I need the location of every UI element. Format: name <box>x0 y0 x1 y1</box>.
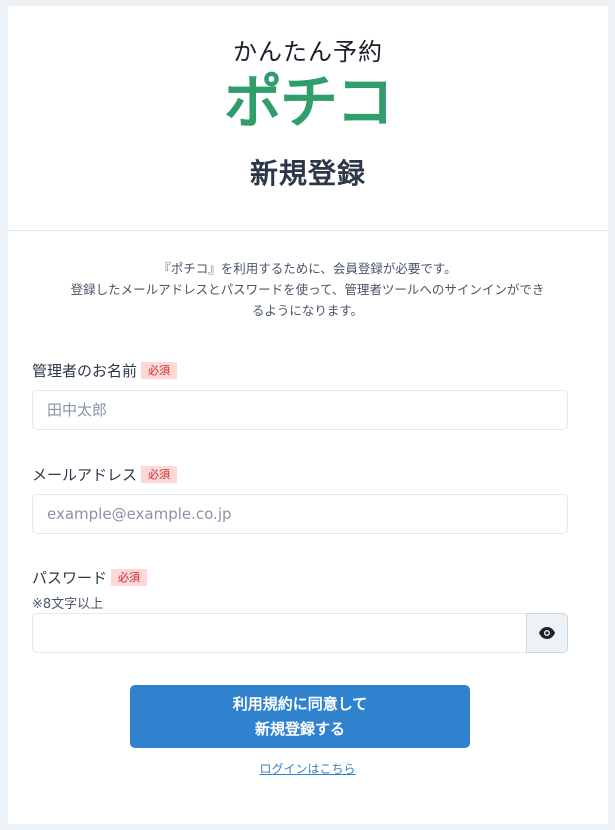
password-field-label: パスワード 必須 <box>32 567 148 588</box>
tagline: かんたん予約 <box>233 38 383 66</box>
submit-line-2: 新規登録する <box>254 719 345 738</box>
name-input[interactable] <box>32 390 568 430</box>
login-link[interactable]: ログインはこちら <box>0 760 615 777</box>
email-field-label: メールアドレス 必須 <box>32 464 178 485</box>
intro-line-2: 登録したメールアドレスとパスワードを使って、管理者ツールへのサインインができ <box>70 282 545 297</box>
card-header: かんたん予約 ポチコ 新規登録 <box>8 6 608 231</box>
name-field-label: 管理者のお名前 必須 <box>32 360 178 381</box>
password-label-text: パスワード <box>32 569 108 587</box>
eye-icon <box>539 627 555 639</box>
required-badge: 必須 <box>141 466 178 483</box>
signup-submit-button[interactable]: 利用規約に同意して 新規登録する <box>130 685 470 748</box>
intro-text: 『ポチコ』を利用するために、会員登録が必要です。 登録したメールアドレスとパスワ… <box>32 258 583 321</box>
toggle-password-button[interactable] <box>526 613 568 653</box>
password-group <box>32 613 568 653</box>
page-title: 新規登録 <box>249 157 366 190</box>
email-label-text: メールアドレス <box>32 466 138 484</box>
logo: ポチコ <box>223 68 394 136</box>
required-badge: 必須 <box>111 569 148 586</box>
password-hint: ※8文字以上 <box>32 597 104 612</box>
required-badge: 必須 <box>141 362 178 379</box>
email-input[interactable] <box>32 494 568 534</box>
password-input[interactable] <box>32 613 528 653</box>
intro-line-1: 『ポチコ』を利用するために、会員登録が必要です。 <box>158 261 457 276</box>
intro-line-3: るようになります。 <box>251 303 364 318</box>
name-label-text: 管理者のお名前 <box>32 362 138 380</box>
submit-line-1: 利用規約に同意して <box>232 694 368 713</box>
